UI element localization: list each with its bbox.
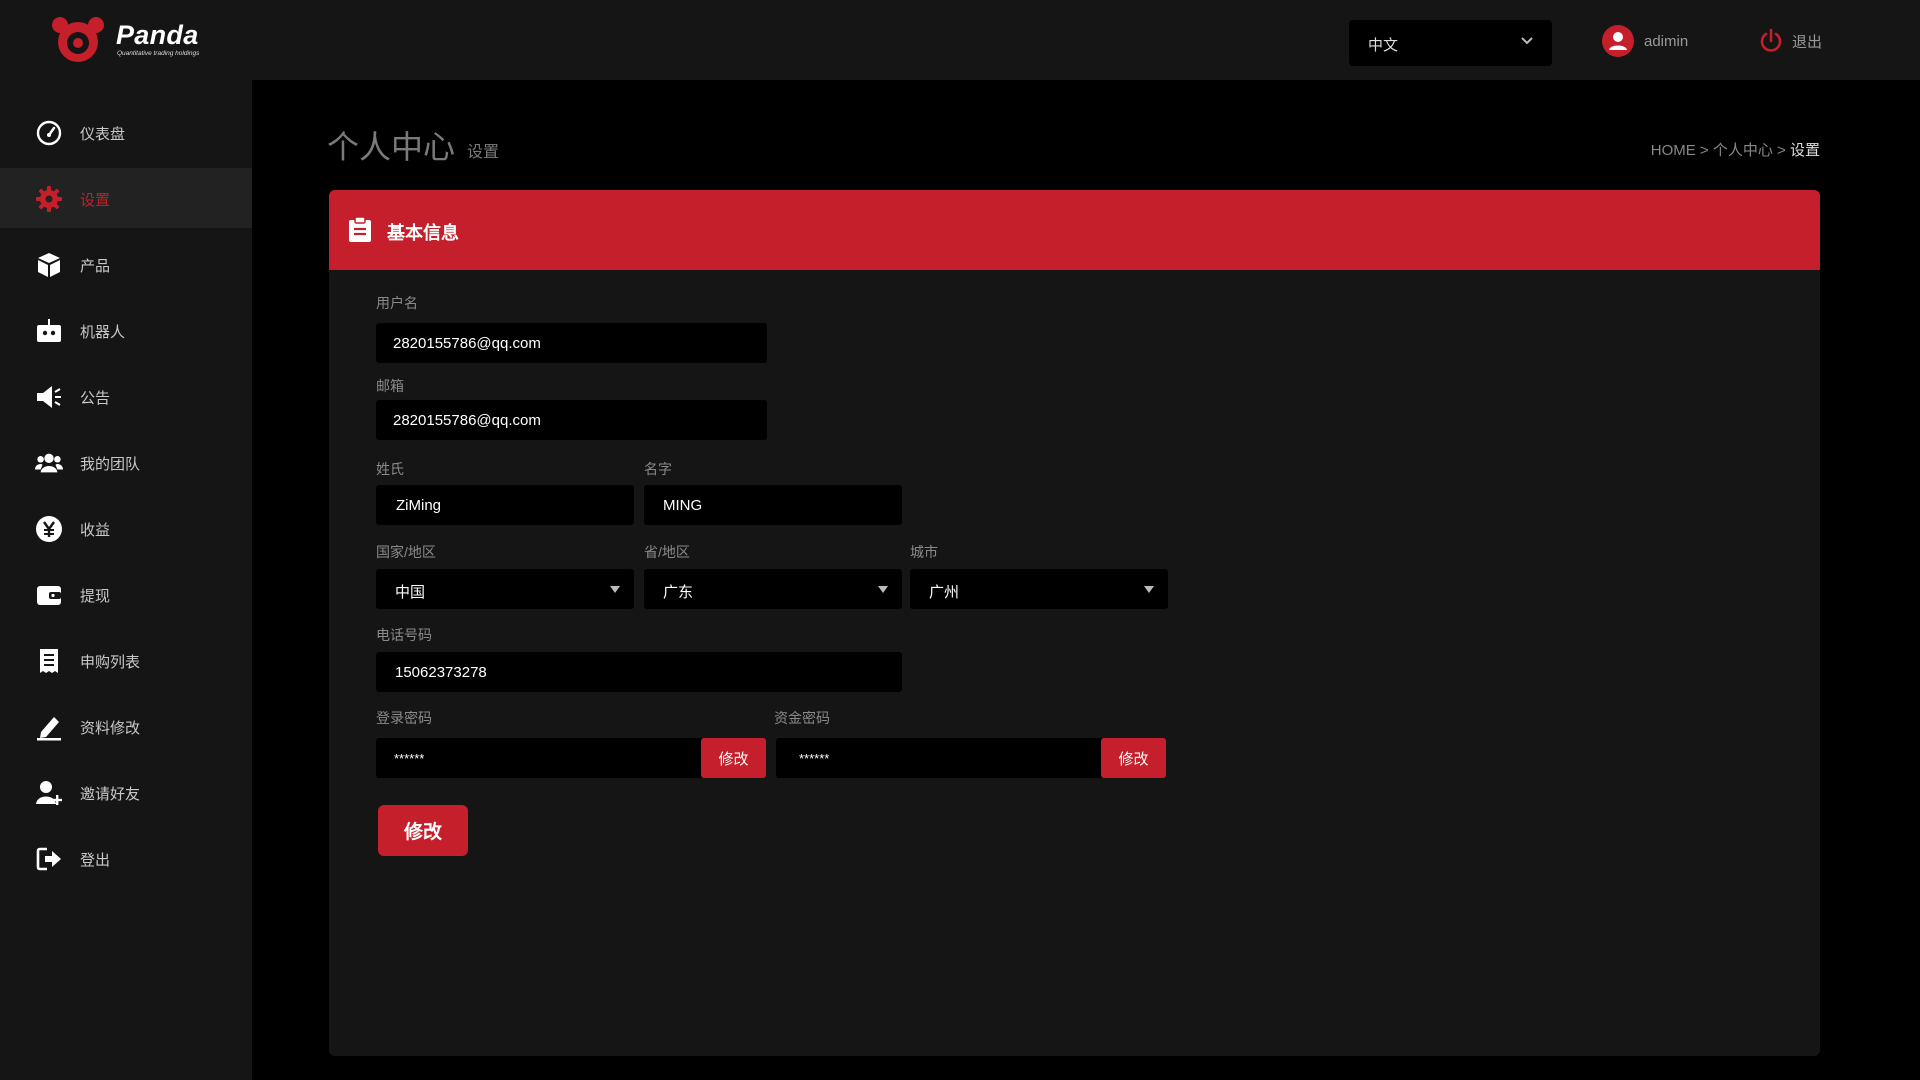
- change-login-password-button[interactable]: 修改: [701, 738, 766, 778]
- sidebar-item-label: 资料修改: [80, 720, 141, 737]
- sidebar-item-products[interactable]: 产品: [0, 234, 252, 294]
- sidebar-item-announcements[interactable]: 公告: [0, 366, 252, 426]
- login-password-field[interactable]: [376, 738, 706, 778]
- sidebar-item-profile-edit[interactable]: 资料修改: [0, 696, 252, 756]
- power-icon: [1760, 28, 1782, 52]
- wallet-icon: [35, 581, 63, 609]
- phone-label: 电话号码: [376, 627, 432, 643]
- login-password-label: 登录密码: [376, 710, 432, 726]
- sidebar-item-team[interactable]: 我的团队: [0, 432, 252, 492]
- phone-field[interactable]: [376, 652, 902, 692]
- breadcrumb-parent[interactable]: 个人中心: [1713, 142, 1773, 159]
- sidebar-item-label: 收益: [80, 522, 111, 539]
- sidebar-item-earnings[interactable]: 收益: [0, 498, 252, 558]
- breadcrumb-separator: >: [1777, 142, 1786, 159]
- sidebar-item-label: 我的团队: [80, 456, 141, 473]
- brand-tagline: Quantitative trading holdings: [117, 50, 200, 57]
- province-value: 广东: [663, 584, 694, 601]
- yen-icon: [35, 515, 63, 543]
- speedometer-icon: [35, 119, 63, 147]
- clipboard-icon: [349, 217, 371, 242]
- language-value: 中文: [1368, 37, 1399, 54]
- given-name-field-wrap: [644, 485, 902, 525]
- sign-out-icon: [35, 845, 63, 873]
- sidebar-item-label: 邀请好友: [80, 786, 141, 803]
- caret-down-icon: [610, 586, 620, 593]
- sidebar-item-settings[interactable]: 设置: [0, 168, 252, 228]
- country-label: 国家/地区: [376, 544, 436, 560]
- logout-label: 退出: [1792, 33, 1823, 51]
- user-avatar-icon: [1602, 25, 1634, 57]
- page-title: 个人中心: [327, 129, 456, 165]
- megaphone-icon: [35, 383, 63, 411]
- sidebar-item-dashboard[interactable]: 仪表盘: [0, 102, 252, 162]
- breadcrumb-current: 设置: [1789, 142, 1820, 159]
- top-bar: Panda Quantitative trading holdings 中文 a…: [0, 0, 1920, 80]
- username-field-wrap: [376, 323, 767, 363]
- sidebar-item-invite[interactable]: 邀请好友: [0, 762, 252, 822]
- sidebar-item-label: 登出: [80, 852, 111, 869]
- province-label: 省/地区: [644, 544, 690, 560]
- brand-name: Panda: [116, 20, 199, 50]
- sidebar-item-label: 产品: [80, 258, 111, 275]
- email-field-wrap: [376, 400, 767, 440]
- sidebar-item-label: 设置: [80, 192, 111, 209]
- sidebar: 仪表盘 设置 产品 机器人 公告 我的团队 收益 提现 申购列表 资料修改 邀请…: [0, 80, 252, 1080]
- sidebar-item-label: 机器人: [80, 324, 126, 341]
- surname-field[interactable]: [376, 485, 634, 525]
- country-select[interactable]: 中国: [376, 569, 634, 609]
- username-field[interactable]: [376, 323, 767, 363]
- receipt-icon: [35, 647, 63, 675]
- sidebar-item-label: 仪表盘: [80, 126, 126, 143]
- sidebar-item-label: 提现: [80, 588, 111, 605]
- phone-field-wrap: [376, 652, 902, 692]
- basic-info-card: 基本信息 用户名 邮箱 姓氏 名字 国家/地区 中国 省/地区 广东 城市 广州…: [329, 190, 1820, 1056]
- sidebar-item-withdraw[interactable]: 提现: [0, 564, 252, 624]
- page-subtitle: 设置: [467, 144, 500, 161]
- caret-down-icon: [878, 586, 888, 593]
- sidebar-item-label: 公告: [80, 390, 111, 407]
- brand-logo[interactable]: Panda Quantitative trading holdings: [50, 16, 220, 66]
- city-label: 城市: [910, 544, 938, 560]
- email-label: 邮箱: [376, 378, 404, 394]
- city-select[interactable]: 广州: [910, 569, 1168, 609]
- card-header: 基本信息: [329, 190, 1820, 270]
- fund-password-field[interactable]: [776, 738, 1106, 778]
- breadcrumb: HOME > 个人中心 > 设置: [1651, 139, 1820, 160]
- country-value: 中国: [395, 584, 426, 601]
- chevron-down-icon: [1521, 37, 1533, 45]
- given-name-field[interactable]: [644, 485, 902, 525]
- gear-icon: [35, 185, 63, 213]
- team-icon: [35, 449, 63, 477]
- caret-down-icon: [1144, 586, 1154, 593]
- username-label: 用户名: [376, 295, 418, 311]
- box-icon: [35, 251, 63, 279]
- login-password-wrap: [376, 738, 706, 778]
- surname-field-wrap: [376, 485, 634, 525]
- sidebar-item-robots[interactable]: 机器人: [0, 300, 252, 360]
- section-title: 基本信息: [387, 223, 459, 243]
- city-value: 广州: [929, 584, 960, 601]
- panda-logo-icon: [52, 17, 104, 62]
- breadcrumb-separator: >: [1699, 142, 1709, 159]
- username: adimin: [1644, 32, 1689, 50]
- add-user-icon: [35, 779, 63, 807]
- edit-icon: [35, 713, 63, 741]
- breadcrumb-home[interactable]: HOME: [1651, 142, 1696, 159]
- robot-icon: [35, 317, 63, 345]
- fund-password-label: 资金密码: [774, 710, 830, 726]
- province-select[interactable]: 广东: [644, 569, 902, 609]
- logout-button[interactable]: 退出: [1758, 26, 1822, 56]
- fund-password-wrap: [776, 738, 1106, 778]
- given-name-label: 名字: [644, 461, 672, 477]
- submit-button[interactable]: 修改: [378, 805, 468, 856]
- change-fund-password-button[interactable]: 修改: [1101, 738, 1166, 778]
- email-field[interactable]: [376, 400, 767, 440]
- sidebar-item-label: 申购列表: [80, 654, 141, 671]
- user-menu[interactable]: adimin: [1602, 24, 1688, 58]
- sidebar-item-signout[interactable]: 登出: [0, 828, 252, 888]
- surname-label: 姓氏: [376, 461, 404, 477]
- sidebar-item-subscriptions[interactable]: 申购列表: [0, 630, 252, 690]
- language-select[interactable]: 中文: [1349, 20, 1552, 66]
